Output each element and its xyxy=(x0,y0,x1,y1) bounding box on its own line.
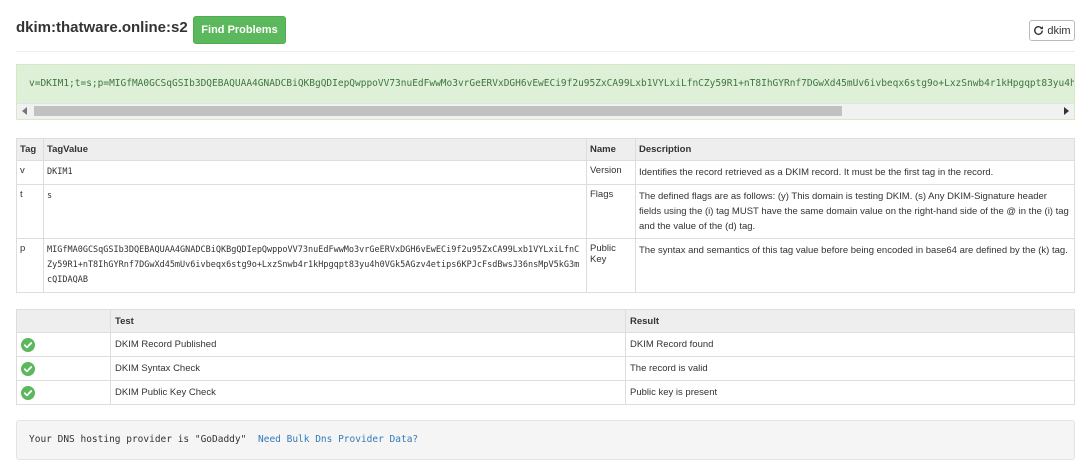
test-name-cell: DKIM Record Published xyxy=(110,332,626,357)
check-circle-icon xyxy=(21,385,35,400)
scroll-right-icon[interactable] xyxy=(1064,107,1069,115)
table-row: t s Flags The defined flags are as follo… xyxy=(16,184,1075,239)
tagvalue-cell: s xyxy=(43,184,587,239)
test-results-table: Test Result DKIM Record Published DKIM R… xyxy=(16,309,1075,405)
test-result-cell: The record is valid xyxy=(625,356,1075,381)
tag-cell: v xyxy=(16,160,44,185)
table-row: DKIM Public Key Check Public key is pres… xyxy=(16,380,1075,405)
name-cell: Flags xyxy=(586,184,636,239)
status-cell xyxy=(16,356,111,381)
dns-provider-text: Your DNS hosting provider is "GoDaddy" xyxy=(29,434,247,445)
tag-cell: p xyxy=(16,238,44,293)
name-column-header: Name xyxy=(586,138,636,161)
description-cell: The defined flags are as follows: (y) Th… xyxy=(635,184,1075,239)
tag-table-header: Tag TagValue Name Description xyxy=(16,138,1075,161)
dkim-record-box[interactable]: v=DKIM1;t=s;p=MIGfMA0GCSqGSIb3DQEBAQUAA4… xyxy=(16,64,1075,120)
table-row: p MIGfMA0GCSqGSIb3DQEBAQUAA4GNADCBiQKBgQ… xyxy=(16,238,1075,293)
refresh-icon xyxy=(1034,26,1044,35)
tagvalue-cell: MIGfMA0GCSqGSIb3DQEBAQUAA4GNADCBiQKBgQDI… xyxy=(43,238,587,293)
name-cell: Public Key xyxy=(586,238,636,293)
page-title: dkim:thatware.online:s2 xyxy=(16,19,188,36)
table-row: DKIM Record Published DKIM Record found xyxy=(16,332,1075,357)
test-name-cell: DKIM Syntax Check xyxy=(110,356,626,381)
dkim-button-label: dkim xyxy=(1047,24,1071,37)
test-result-cell: Public key is present xyxy=(625,380,1075,405)
test-result-cell: DKIM Record found xyxy=(625,332,1075,357)
check-circle-icon xyxy=(21,361,35,376)
tag-table: Tag TagValue Name Description v DKIM1 Ve… xyxy=(16,138,1075,293)
description-cell: The syntax and semantics of this tag val… xyxy=(635,238,1075,293)
horizontal-scrollbar[interactable] xyxy=(17,103,1074,119)
description-cell: Identifies the record retrieved as a DKI… xyxy=(635,160,1075,185)
scroll-left-icon[interactable] xyxy=(22,107,27,115)
page-header: dkim:thatware.online:s2 Find Problems dk… xyxy=(16,14,1075,50)
dns-provider-box: Your DNS hosting provider is "GoDaddy" N… xyxy=(16,420,1075,460)
test-table-header: Test Result xyxy=(16,309,1075,333)
bulk-dns-link[interactable]: Need Bulk Dns Provider Data? xyxy=(258,434,418,445)
tagvalue-cell: DKIM1 xyxy=(43,160,587,185)
find-problems-button[interactable]: Find Problems xyxy=(193,16,286,44)
test-name-cell: DKIM Public Key Check xyxy=(110,380,626,405)
dkim-record-text: v=DKIM1;t=s;p=MIGfMA0GCSqGSIb3DQEBAQUAA4… xyxy=(29,78,1075,89)
description-column-header: Description xyxy=(635,138,1075,161)
tag-column-header: Tag xyxy=(16,138,44,161)
check-circle-icon xyxy=(21,337,35,352)
tagvalue-column-header: TagValue xyxy=(43,138,587,161)
dkim-refresh-button[interactable]: dkim xyxy=(1029,20,1075,41)
header-divider xyxy=(16,51,1075,52)
status-cell xyxy=(16,380,111,405)
result-column-header: Result xyxy=(625,309,1075,333)
scrollbar-thumb[interactable] xyxy=(34,106,842,116)
status-column-header xyxy=(16,309,111,333)
table-row: v DKIM1 Version Identifies the record re… xyxy=(16,160,1075,185)
name-cell: Version xyxy=(586,160,636,185)
status-cell xyxy=(16,332,111,357)
test-column-header: Test xyxy=(110,309,626,333)
tag-cell: t xyxy=(16,184,44,239)
table-row: DKIM Syntax Check The record is valid xyxy=(16,356,1075,381)
